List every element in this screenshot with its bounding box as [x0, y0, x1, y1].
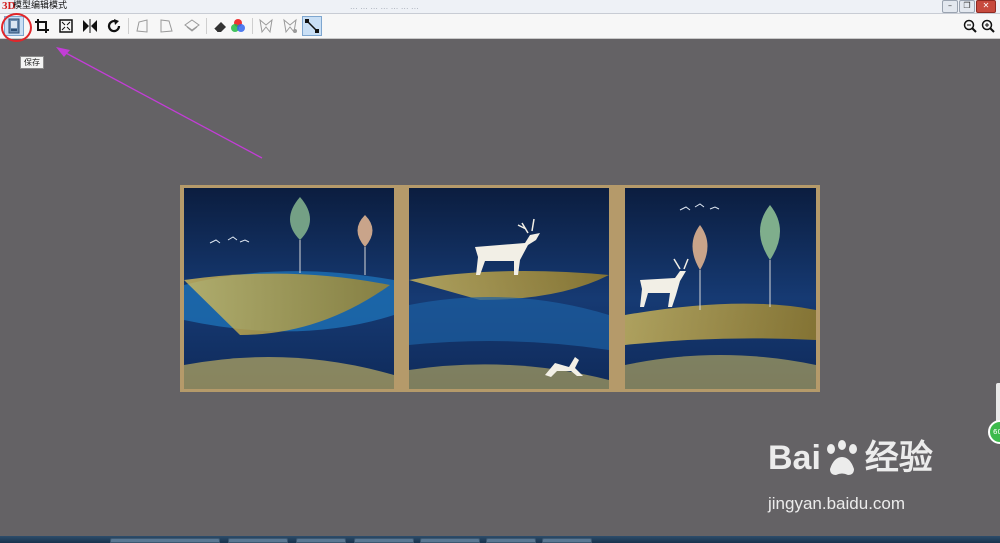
watermark-logo-text: Bai: [768, 439, 821, 477]
connect-points-button[interactable]: [302, 16, 322, 36]
taskbar-item[interactable]: [486, 538, 536, 543]
watermark-logo-text-2: 经验: [864, 439, 933, 477]
watermark-url: jingyan.baidu.com: [768, 494, 906, 513]
taskbar-item[interactable]: [110, 538, 220, 543]
close-button[interactable]: ✕: [976, 0, 996, 13]
zoom-out-icon: [963, 19, 977, 33]
title-faint-text: ... ... ... ... ... ... ...: [350, 2, 419, 11]
zoom-in-icon: [981, 19, 995, 33]
minimize-button[interactable]: –: [942, 0, 958, 13]
taskbar-item[interactable]: [354, 538, 414, 543]
canvas-image[interactable]: [180, 185, 820, 392]
baidu-watermark: Bai 经验 jingyan.baidu.com: [768, 438, 978, 520]
zoom-in-button[interactable]: [978, 16, 998, 36]
taskbar-item[interactable]: [296, 538, 346, 543]
art-panel-right: [625, 188, 816, 389]
taskbar-item[interactable]: [228, 538, 288, 543]
taskbar-item[interactable]: [420, 538, 480, 543]
side-badge[interactable]: 60: [988, 420, 1000, 444]
taskbar-item[interactable]: [542, 538, 592, 543]
restore-button[interactable]: ❐: [959, 0, 975, 13]
zoom-out-button[interactable]: [960, 16, 980, 36]
annotation-arrow: [56, 47, 263, 159]
taskbar: [0, 536, 1000, 543]
paw-icon: [827, 440, 857, 475]
connect-points-icon: [305, 19, 319, 33]
art-panel-left: [184, 188, 394, 389]
window-controls: – ❐ ✕: [942, 0, 996, 13]
art-panel-center: [409, 188, 609, 389]
